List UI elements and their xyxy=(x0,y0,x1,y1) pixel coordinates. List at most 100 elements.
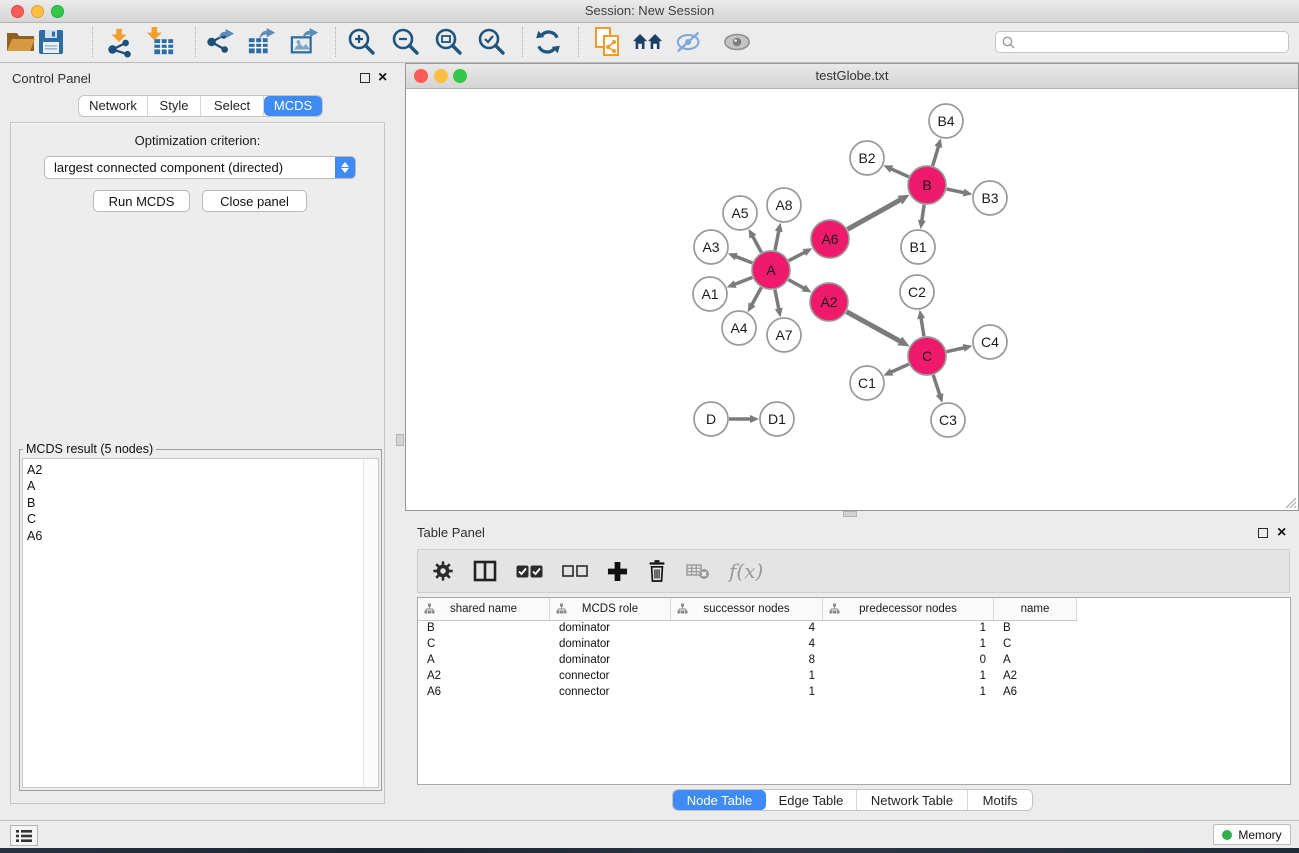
column-type-icon xyxy=(829,603,840,614)
network-canvas[interactable]: B4B2BB3A5A8A6A3B1AA1A2C2A4A7CC4C1C3DD1 xyxy=(406,89,1298,510)
tab-network-table[interactable]: Network Table xyxy=(857,790,968,810)
result-item[interactable]: B xyxy=(27,495,42,511)
result-item[interactable]: A xyxy=(27,478,42,494)
table-cell: C xyxy=(418,638,550,650)
table-cell: 8 xyxy=(671,654,823,666)
edge-B-B3[interactable] xyxy=(947,189,965,193)
network-window-titlebar[interactable]: testGlobe.txt xyxy=(406,64,1298,89)
tab-node-table[interactable]: Node Table xyxy=(673,790,766,810)
edge-A-A1[interactable] xyxy=(734,277,752,284)
edge-A-A7[interactable] xyxy=(775,290,779,310)
table-cell: dominator xyxy=(550,638,671,650)
refresh-view-button[interactable] xyxy=(531,25,565,59)
result-scrollbar[interactable] xyxy=(363,459,378,787)
zoom-in-icon xyxy=(347,27,377,57)
result-item[interactable]: A6 xyxy=(27,528,42,544)
table-row[interactable]: Adominator80A xyxy=(418,652,1290,668)
tab-network[interactable]: Network xyxy=(79,96,148,116)
table-cell: connector xyxy=(550,670,671,682)
column-header-successor-nodes[interactable]: successor nodes xyxy=(671,598,823,620)
tab-mcds[interactable]: MCDS xyxy=(264,96,322,116)
edge-C-C4[interactable] xyxy=(947,348,965,352)
node-table[interactable]: shared nameMCDS rolesuccessor nodesprede… xyxy=(417,597,1291,785)
add-column-button[interactable] xyxy=(607,561,628,582)
edge-A6-B[interactable] xyxy=(847,200,900,230)
app-titlebar: Session: New Session xyxy=(0,0,1299,23)
tab-edge-table[interactable]: Edge Table xyxy=(766,790,857,810)
tab-select[interactable]: Select xyxy=(201,96,264,116)
tab-style[interactable]: Style xyxy=(148,96,201,116)
zoom-fit-button[interactable] xyxy=(432,25,466,59)
zoom-selected-button[interactable] xyxy=(475,25,509,59)
dropdown-stepper-icon xyxy=(335,157,355,178)
show-all-button[interactable] xyxy=(720,25,754,59)
edge-A2-C[interactable] xyxy=(847,312,901,342)
column-header-name[interactable]: name xyxy=(994,598,1077,620)
zoom-in-button[interactable] xyxy=(345,25,379,59)
export-table-icon xyxy=(247,26,277,58)
window-resize-grip[interactable] xyxy=(1284,496,1297,509)
delete-table-button[interactable] xyxy=(686,563,710,580)
table-row[interactable]: Cdominator41C xyxy=(418,636,1290,652)
edge-A-A5[interactable] xyxy=(752,236,761,253)
edge-A-A2[interactable] xyxy=(789,280,805,289)
edge-C-C3[interactable] xyxy=(933,375,940,395)
table-settings-button[interactable] xyxy=(432,560,454,582)
result-item[interactable]: C xyxy=(27,511,42,527)
import-table-button[interactable] xyxy=(143,25,177,59)
network-graph[interactable]: B4B2BB3A5A8A6A3B1AA1A2C2A4A7CC4C1C3DD1 xyxy=(406,89,1298,510)
column-header-predecessor-nodes[interactable]: predecessor nodes xyxy=(823,598,994,620)
edge-A-A3[interactable] xyxy=(735,256,752,263)
memory-button[interactable]: Memory xyxy=(1213,824,1291,845)
search-box[interactable] xyxy=(995,31,1289,53)
edge-C-C2[interactable] xyxy=(921,318,924,337)
edge-A-A4[interactable] xyxy=(752,288,762,306)
table-cell: 0 xyxy=(823,654,994,666)
node-label-C: C xyxy=(922,348,932,364)
first-neighbors-button[interactable] xyxy=(631,25,665,59)
table-row[interactable]: A6connector11A6 xyxy=(418,684,1290,700)
run-mcds-button[interactable]: Run MCDS xyxy=(93,190,190,212)
table-row[interactable]: A2connector11A2 xyxy=(418,668,1290,684)
desktop-vertical-scroll-thumb[interactable] xyxy=(396,434,404,446)
edge-B-B1[interactable] xyxy=(922,205,924,221)
node-label-A8: A8 xyxy=(775,197,792,213)
search-input[interactable] xyxy=(1020,34,1282,50)
table-row[interactable]: Bdominator41B xyxy=(418,620,1290,636)
new-network-from-selection-button[interactable] xyxy=(591,25,625,59)
edge-A-A6[interactable] xyxy=(789,252,806,261)
hide-selected-button[interactable] xyxy=(673,25,707,59)
edge-A-A8[interactable] xyxy=(775,230,779,250)
function-builder-button[interactable]: f(x) xyxy=(729,559,763,583)
close-panel-button[interactable]: Close panel xyxy=(202,190,307,212)
column-header-shared-name[interactable]: shared name xyxy=(418,598,550,620)
table-cell: dominator xyxy=(550,654,671,666)
select-all-rows-button[interactable] xyxy=(516,565,543,578)
task-history-button[interactable] xyxy=(10,825,38,846)
criterion-dropdown[interactable]: largest connected component (directed) xyxy=(44,156,356,179)
control-panel-float-button[interactable] xyxy=(360,73,370,83)
edge-B-B2[interactable] xyxy=(891,169,909,177)
eye-icon xyxy=(722,31,752,53)
mcds-result-list[interactable]: A2ABCA6 xyxy=(22,458,379,788)
column-label: name xyxy=(1021,603,1050,615)
export-network-button[interactable] xyxy=(203,25,237,59)
desktop-horizontal-scroll-thumb[interactable] xyxy=(843,511,857,517)
table-panel-close-button[interactable]: × xyxy=(1277,527,1286,539)
table-panel-float-button[interactable] xyxy=(1258,528,1268,538)
export-table-button[interactable] xyxy=(245,25,279,59)
save-session-button[interactable] xyxy=(34,25,68,59)
tab-motifs[interactable]: Motifs xyxy=(968,790,1032,810)
open-session-button[interactable] xyxy=(4,25,38,59)
column-header-MCDS-role[interactable]: MCDS role xyxy=(550,598,671,620)
deselect-all-rows-button[interactable] xyxy=(562,565,588,577)
edge-B-B4[interactable] xyxy=(933,146,939,166)
import-network-button[interactable] xyxy=(103,25,137,59)
export-image-button[interactable] xyxy=(288,25,322,59)
zoom-out-button[interactable] xyxy=(389,25,423,59)
toggle-column-button[interactable] xyxy=(473,560,497,582)
result-item[interactable]: A2 xyxy=(27,462,42,478)
control-panel-close-button[interactable]: × xyxy=(378,72,387,84)
edge-C-C1[interactable] xyxy=(891,364,909,372)
delete-column-button[interactable] xyxy=(647,560,667,582)
